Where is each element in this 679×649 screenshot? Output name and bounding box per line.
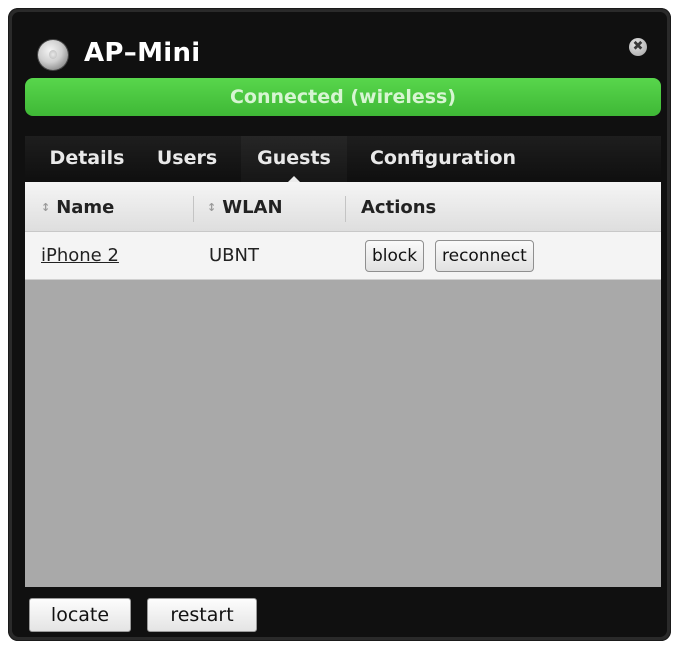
- reconnect-button[interactable]: reconnect: [435, 240, 534, 272]
- access-point-icon: [38, 40, 68, 70]
- tab-details[interactable]: Details: [35, 136, 139, 182]
- tab-bar: Details Users Guests Configuration: [25, 136, 661, 183]
- guest-name-cell: iPhone 2: [41, 232, 119, 280]
- block-button[interactable]: block: [365, 240, 425, 272]
- tab-configuration[interactable]: Configuration: [359, 136, 527, 182]
- tab-users[interactable]: Users: [145, 136, 229, 182]
- close-icon[interactable]: ✖: [629, 38, 647, 56]
- column-divider: [193, 196, 194, 222]
- table-header: ↕ Name ↕ WLAN Actions: [25, 182, 661, 232]
- guests-panel: ↕ Name ↕ WLAN Actions iPhone 2 UBNT block …: [25, 182, 661, 587]
- table-row: iPhone 2 UBNT block reconnect: [25, 232, 661, 280]
- guest-wlan-cell: UBNT: [209, 245, 259, 266]
- window-title: AP–Mini: [84, 38, 201, 68]
- sort-icon: ↕: [41, 201, 51, 214]
- column-label: Name: [56, 197, 115, 218]
- column-header-actions: Actions: [361, 197, 437, 218]
- guest-name-link[interactable]: iPhone 2: [41, 245, 119, 266]
- locate-button[interactable]: locate: [29, 598, 131, 632]
- column-header-wlan[interactable]: ↕ WLAN: [207, 182, 283, 232]
- column-divider: [345, 196, 346, 222]
- column-label: WLAN: [222, 197, 283, 218]
- restart-button[interactable]: restart: [147, 598, 257, 632]
- title-bar: AP–Mini ✖: [30, 34, 649, 74]
- footer-bar: locate restart: [25, 590, 661, 632]
- sort-icon: ↕: [207, 201, 217, 214]
- connection-status-bar: Connected (wireless): [25, 78, 661, 116]
- column-header-name[interactable]: ↕ Name: [41, 182, 114, 232]
- tab-guests[interactable]: Guests: [241, 136, 347, 183]
